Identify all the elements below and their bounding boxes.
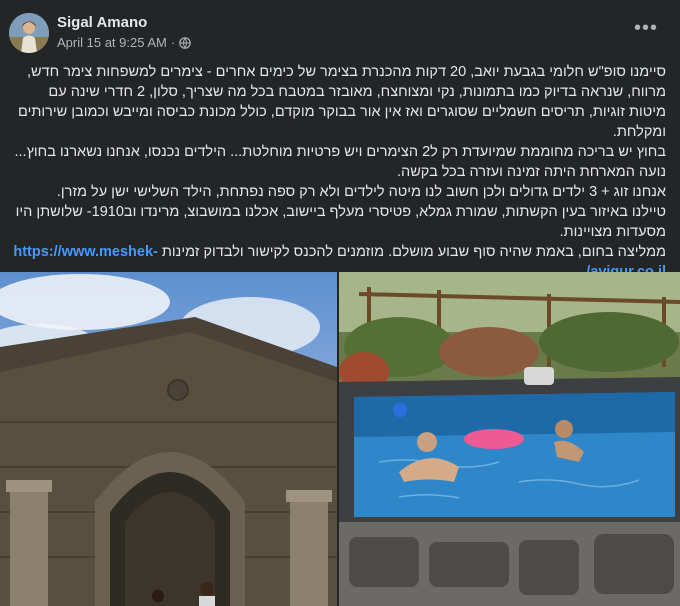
post-date[interactable]: April 15 at 9:25 AM <box>57 35 167 50</box>
post-meta: April 15 at 9:25 AM · <box>57 35 191 50</box>
post-paragraph: טיילנו באיזור בעין הקשתות, שמורת גמלא, פ… <box>15 204 666 240</box>
author-name[interactable]: Sigal Amano <box>57 14 147 31</box>
globe-icon[interactable] <box>179 36 191 49</box>
post-paragraph: בחוץ יש בריכה מחוממת שמיועדת רק ל2 הצימר… <box>14 144 667 180</box>
post-paragraph: סיימנו סופ"ש חלומי בגבעת יואב, 20 דקות מ… <box>18 64 666 140</box>
closing-text: ממליצה בחום, באמת שהיה סוף שבוע מושלם. מ… <box>161 244 666 260</box>
post-header: Sigal Amano April 15 at 9:25 AM · ••• <box>0 0 680 60</box>
more-options-icon[interactable]: ••• <box>632 18 660 42</box>
post-paragraph: אנחנו זוג + 3 ילדים גדולים ולכן חשוב לנו… <box>56 184 666 200</box>
meta-separator: · <box>170 35 176 50</box>
post-text: סיימנו סופ"ש חלומי בגבעת יואב, 20 דקות מ… <box>12 62 666 282</box>
profile-avatar[interactable] <box>9 13 49 53</box>
ancient-stone-arch-photo[interactable] <box>0 272 337 606</box>
heated-pool-photo[interactable] <box>339 272 680 606</box>
